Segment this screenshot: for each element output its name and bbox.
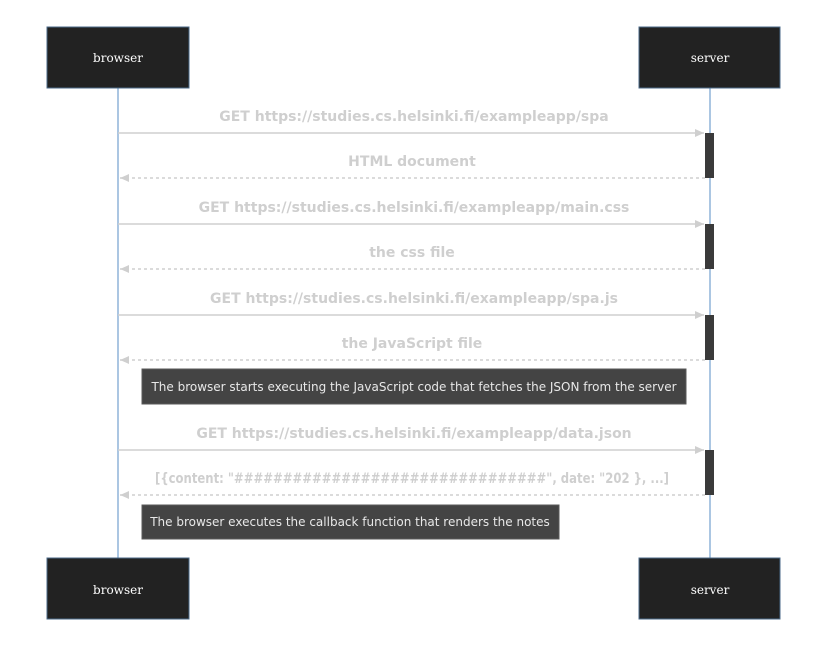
actor-label: server	[691, 51, 730, 65]
note-label: The browser starts executing the JavaScr…	[150, 380, 676, 394]
server-activation-bar	[705, 450, 714, 495]
actor-browser-top: browser	[46, 26, 190, 89]
message-label: GET https://studies.cs.helsinki.fi/examp…	[210, 291, 618, 307]
message-label: the css file	[369, 245, 455, 261]
server-activation-bar	[705, 224, 714, 269]
note-box: The browser starts executing the JavaScr…	[141, 368, 687, 405]
message-label: GET https://studies.cs.helsinki.fi/examp…	[219, 109, 608, 125]
note-box: The browser executes the callback functi…	[141, 504, 560, 540]
actor-browser-bottom: browser	[46, 557, 190, 620]
message-label: the JavaScript file	[342, 336, 483, 352]
actor-label: browser	[93, 583, 143, 597]
actor-label: browser	[93, 51, 143, 65]
message-label: GET https://studies.cs.helsinki.fi/examp…	[199, 200, 630, 216]
message-label: [{content: "############################…	[155, 471, 669, 487]
server-activation-bar	[705, 315, 714, 360]
server-activation-bar	[705, 133, 714, 178]
message-label: GET https://studies.cs.helsinki.fi/examp…	[196, 426, 631, 442]
message-label: HTML document	[348, 154, 476, 170]
sequence-diagram: browser server browser server GET https:…	[46, 26, 781, 620]
actor-label: server	[691, 583, 730, 597]
actor-server-top: server	[638, 26, 781, 89]
note-label: The browser executes the callback functi…	[149, 515, 550, 529]
actor-server-bottom: server	[638, 557, 781, 620]
